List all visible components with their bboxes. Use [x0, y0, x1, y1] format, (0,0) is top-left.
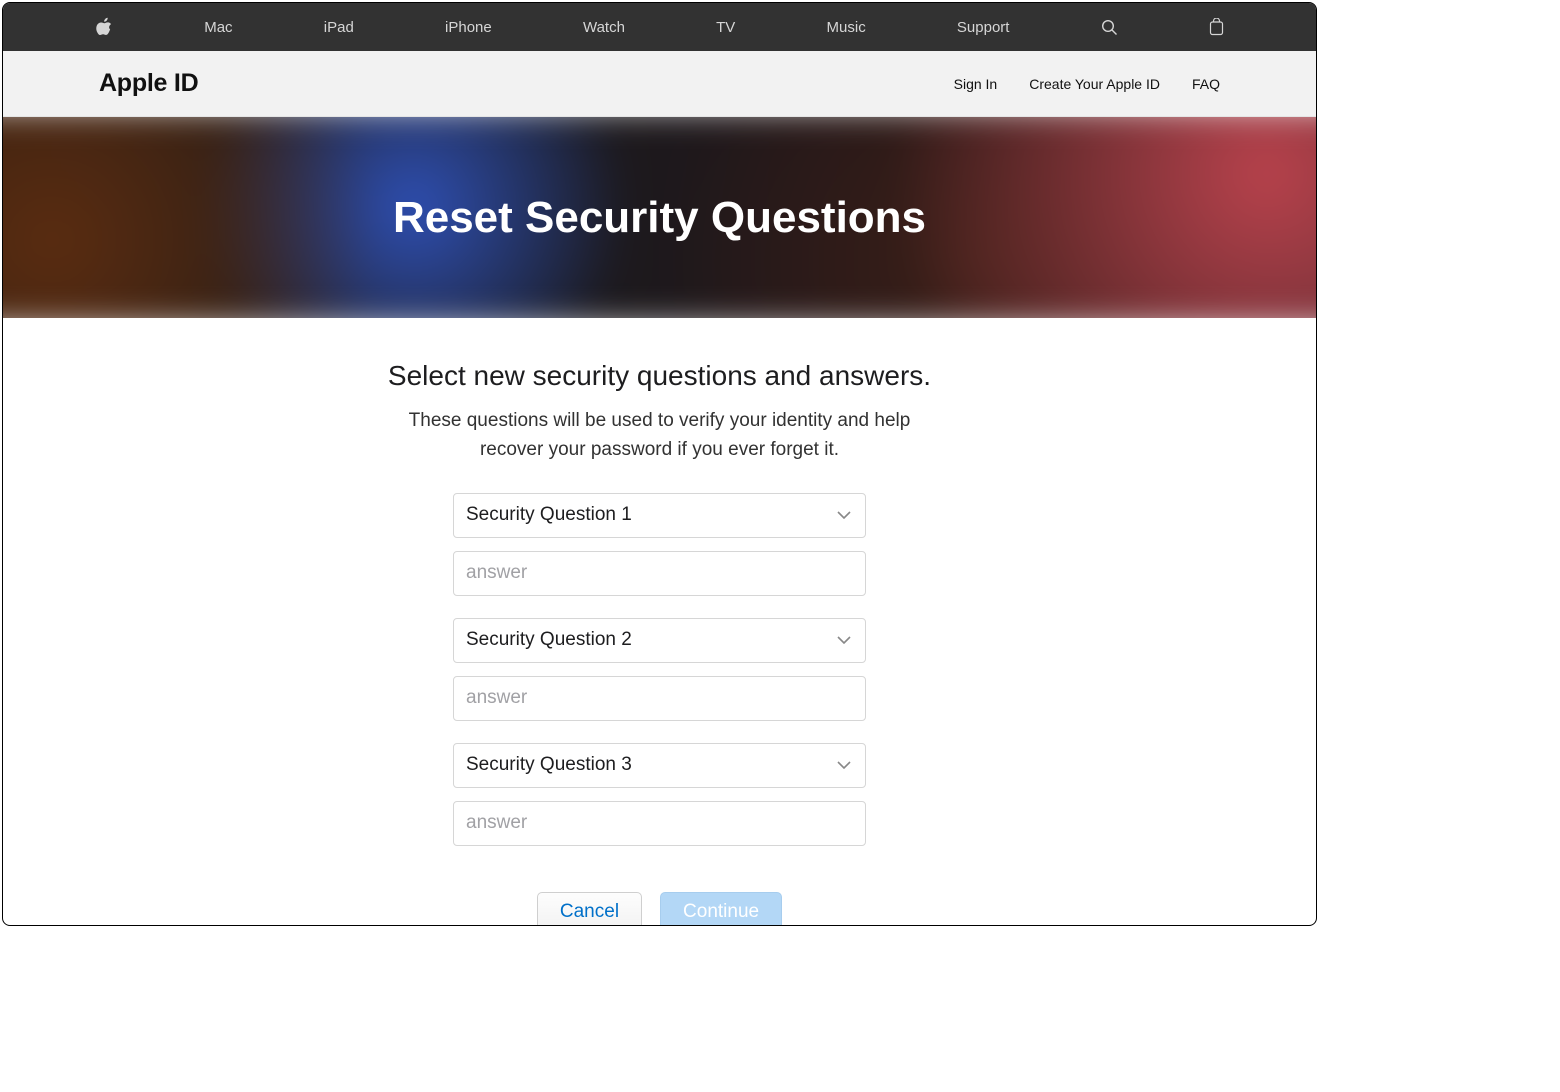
nav-mac[interactable]: Mac — [204, 3, 232, 51]
sub-nav-links: Sign In Create Your Apple ID FAQ — [954, 76, 1220, 92]
hero-banner: Reset Security Questions — [3, 117, 1316, 318]
nav-tv[interactable]: TV — [716, 3, 735, 51]
security-answer-2-input[interactable] — [453, 676, 866, 721]
shopping-bag-icon[interactable] — [1209, 3, 1224, 51]
sub-nav-create-id[interactable]: Create Your Apple ID — [1029, 76, 1160, 92]
security-questions-form: Security Question 1 Security Question 2 — [453, 493, 866, 926]
security-question-1-select[interactable]: Security Question 1 — [453, 493, 866, 538]
nav-watch[interactable]: Watch — [583, 3, 625, 51]
chevron-down-icon — [837, 631, 851, 649]
button-row: Cancel Continue — [453, 892, 866, 926]
sub-nav-faq[interactable]: FAQ — [1192, 76, 1220, 92]
search-icon[interactable] — [1101, 3, 1118, 51]
nav-ipad[interactable]: iPad — [324, 3, 354, 51]
sub-nav: Apple ID Sign In Create Your Apple ID FA… — [3, 51, 1316, 117]
nav-music[interactable]: Music — [827, 3, 866, 51]
security-answer-3-input[interactable] — [453, 801, 866, 846]
page-brand-title: Apple ID — [99, 69, 198, 98]
security-question-1-label: Security Question 1 — [466, 504, 825, 526]
security-answer-1-input[interactable] — [453, 551, 866, 596]
sub-nav-sign-in[interactable]: Sign In — [954, 76, 998, 92]
apple-logo-icon[interactable] — [95, 3, 113, 51]
question-group-1: Security Question 1 — [453, 493, 866, 596]
security-question-3-label: Security Question 3 — [466, 754, 825, 776]
security-question-3-select[interactable]: Security Question 3 — [453, 743, 866, 788]
security-question-2-select[interactable]: Security Question 2 — [453, 618, 866, 663]
hero-title: Reset Security Questions — [393, 193, 926, 243]
global-nav: Mac iPad iPhone Watch TV Music Support — [3, 3, 1316, 51]
nav-support[interactable]: Support — [957, 3, 1010, 51]
question-group-2: Security Question 2 — [453, 618, 866, 721]
security-question-2-label: Security Question 2 — [466, 629, 825, 651]
chevron-down-icon — [837, 756, 851, 774]
continue-button[interactable]: Continue — [660, 892, 782, 926]
question-group-3: Security Question 3 — [453, 743, 866, 846]
nav-iphone[interactable]: iPhone — [445, 3, 492, 51]
main-heading: Select new security questions and answer… — [3, 360, 1316, 392]
chevron-down-icon — [837, 506, 851, 524]
cancel-button[interactable]: Cancel — [537, 892, 642, 926]
main-content: Select new security questions and answer… — [3, 318, 1316, 926]
main-subheading: These questions will be used to verify y… — [380, 406, 940, 465]
